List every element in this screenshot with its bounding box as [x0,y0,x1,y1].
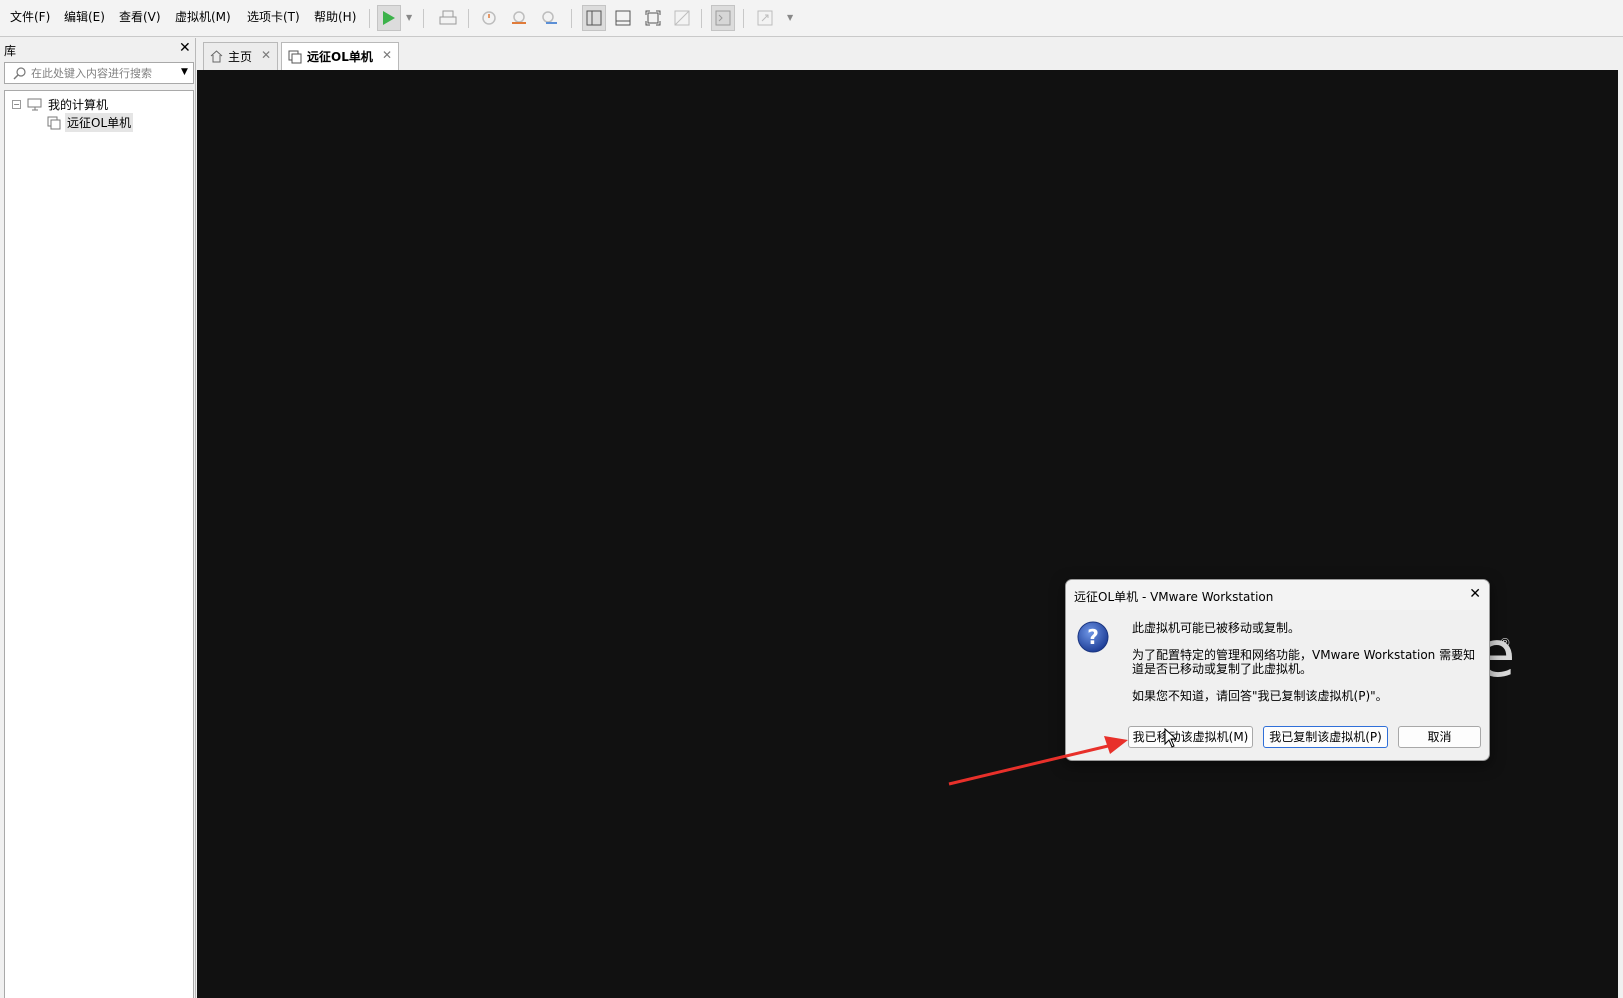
close-icon[interactable]: ✕ [1469,586,1481,602]
toolbar-separator [468,9,469,28]
stretch-icon [757,10,773,26]
thumbnail-layout-icon [615,10,631,26]
copied-vm-button[interactable]: 我已复制该虚拟机(P) [1263,726,1388,748]
svg-text:?: ? [1087,625,1099,649]
tab-label: 远征OL单机 [307,50,373,64]
tab-bar: 主页 ✕ 远征OL单机 ✕ [197,38,1623,70]
vm-icon [288,50,302,63]
send-keys-icon [439,10,457,25]
snapshot-manager-icon [542,11,557,24]
library-title: 库 [4,44,17,58]
vm-moved-copied-dialog: 远征OL单机 - VMware Workstation ✕ ? 此虚拟机可能已被… [1065,579,1490,761]
menu-tabs[interactable]: 选项卡(T) [247,9,300,25]
toolbar-separator [423,9,424,28]
toolbar-separator [743,9,744,28]
moved-vm-button[interactable]: 我已移动该虚拟机(M) [1128,726,1253,748]
menu-edit[interactable]: 编辑(E) [64,9,105,25]
dialog-message-line2b: 道是否已移动或复制了此虚拟机。 [1132,662,1313,676]
snapshot-take-icon [482,11,496,25]
registered-mark: ® [1499,636,1511,650]
fullscreen-icon [645,10,661,26]
dialog-message-line2a: 为了配置特定的管理和网络功能，VMware Workstation 需要知 [1132,648,1476,662]
mouse-pointer-icon [1164,728,1178,748]
dialog-title: 远征OL单机 - VMware Workstation [1074,590,1274,604]
library-search[interactable]: ▼ [4,62,194,84]
question-icon: ? [1077,621,1109,653]
tree-item-my-computer[interactable]: − 我的计算机 [12,96,108,113]
close-icon[interactable]: ✕ [382,48,392,62]
tree-item-label: 远征OL单机 [65,113,134,132]
menu-vm[interactable]: 虚拟机(M) [175,9,231,25]
console-view-button[interactable] [711,5,735,31]
search-dropdown-icon[interactable]: ▼ [181,67,188,77]
menu-file[interactable]: 文件(F) [10,9,50,25]
show-thumbnail-button[interactable] [611,5,635,31]
toolbar-separator [701,9,702,28]
menu-help[interactable]: 帮助(H) [314,9,356,25]
library-tree: − 我的计算机 远征OL单机 [4,90,194,998]
computer-icon [27,98,42,111]
show-library-button[interactable] [582,5,606,31]
menu-toolbar: 文件(F) 编辑(E) 查看(V) 虚拟机(M) 选项卡(T) 帮助(H) ▼ [0,0,1623,37]
play-icon [383,11,395,25]
close-icon[interactable]: ✕ [179,40,191,56]
search-icon [13,67,26,80]
tab-vm[interactable]: 远征OL单机 ✕ [281,42,399,70]
power-dropdown-icon[interactable]: ▼ [406,13,412,22]
vm-icon [47,116,61,129]
take-snapshot-button[interactable] [477,5,501,31]
library-layout-icon [586,10,602,26]
console-icon [715,10,731,26]
tab-home[interactable]: 主页 ✕ [203,42,278,70]
unity-button[interactable] [670,5,694,31]
dialog-message-line1: 此虚拟机可能已被移动或复制。 [1132,621,1301,635]
tab-label: 主页 [228,50,253,64]
library-panel: 库 ✕ ▼ − 我的计算机 远征OL单机 [0,38,196,998]
unity-icon [674,10,690,26]
dialog-titlebar[interactable]: 远征OL单机 - VMware Workstation ✕ [1066,580,1489,610]
toolbar-separator [369,9,370,28]
vm-console[interactable] [197,70,1623,998]
menu-view[interactable]: 查看(V) [119,9,161,25]
toolbar-separator [571,9,572,28]
stretch-dropdown-icon[interactable]: ▼ [787,13,793,22]
fullscreen-button[interactable] [641,5,665,31]
send-keys-button[interactable] [436,5,460,31]
window-edge [1618,70,1623,998]
tree-item-label: 我的计算机 [48,98,109,112]
stretch-guest-button[interactable] [753,5,777,31]
snapshot-manager-button[interactable] [537,5,561,31]
dialog-message-line3: 如果您不知道，请回答"我已复制该虚拟机(P)"。 [1132,689,1388,703]
cancel-button[interactable]: 取消 [1398,726,1481,748]
revert-snapshot-button[interactable] [507,5,531,31]
collapse-icon[interactable]: − [12,100,21,109]
home-icon [210,50,223,63]
power-on-button[interactable] [377,5,401,31]
close-icon[interactable]: ✕ [261,48,271,62]
snapshot-revert-icon [512,11,526,24]
search-input[interactable] [31,65,171,81]
tree-item-vm[interactable]: 远征OL单机 [47,113,134,132]
